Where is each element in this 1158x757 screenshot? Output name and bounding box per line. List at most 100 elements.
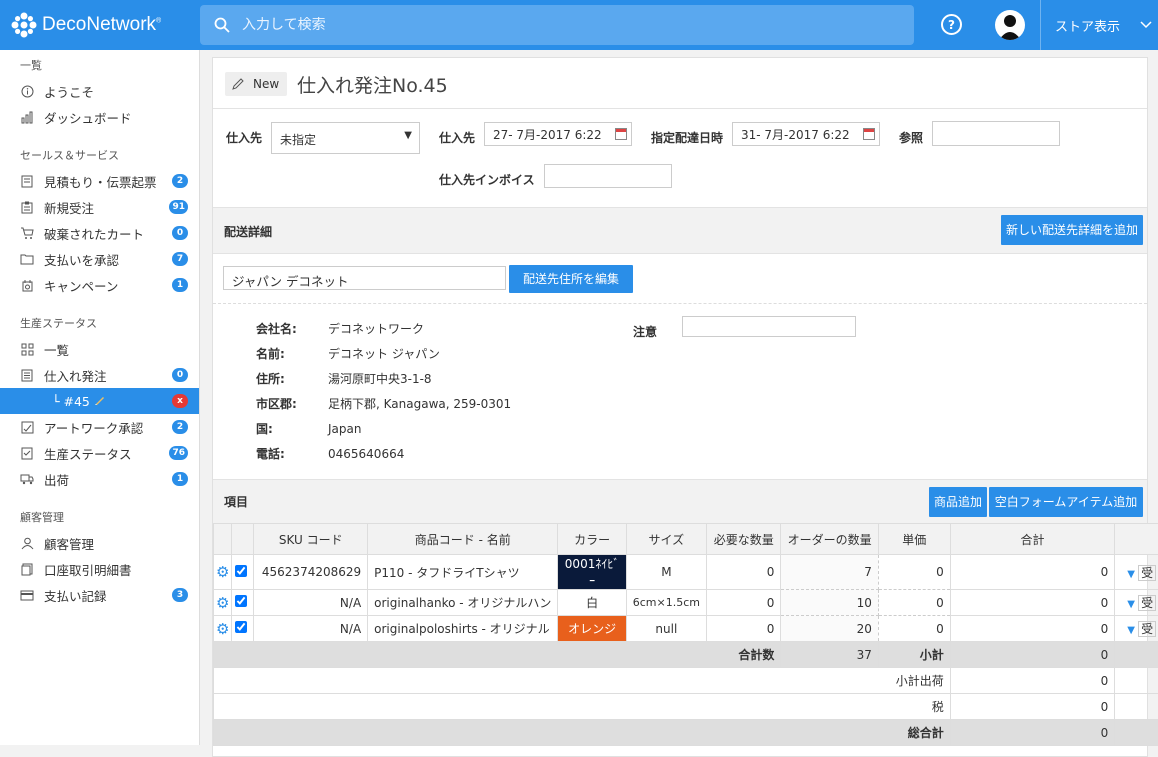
sidebar-item-artwork-approval[interactable]: アートワーク承認2 (0, 414, 199, 440)
edit-shipping-address-button[interactable]: 配送先住所を編集 (509, 265, 633, 293)
product-cell[interactable]: P110 - タフドライTシャツ (368, 555, 558, 590)
tax-value: 0 (950, 694, 1114, 720)
top-bar: DecoNetwork® ? ストア表示 (0, 0, 1158, 50)
sidebar-item-campaigns[interactable]: キャンペーン1 (0, 272, 199, 298)
sidebar-item-po-45[interactable]: └ #45x (0, 388, 199, 414)
order-qty-input[interactable]: 10 (781, 590, 878, 616)
sidebar-item-customers[interactable]: 顧客管理 (0, 530, 199, 556)
column-header-color: カラー (558, 524, 626, 555)
close-badge[interactable]: x (172, 394, 188, 408)
count-badge: 7 (172, 252, 188, 266)
image-check-icon (20, 420, 34, 434)
note-input[interactable] (682, 316, 856, 337)
add-shipping-details-button[interactable]: 新しい配送先詳細を追加 (1001, 215, 1143, 245)
product-cell[interactable]: originalhanko - オリジナルハン (368, 590, 558, 616)
help-icon[interactable]: ? (941, 14, 962, 35)
size-cell[interactable]: null (626, 616, 706, 642)
count-badge: 0 (172, 226, 188, 240)
sidebar-item-production-status[interactable]: 生産ステータス76 (0, 440, 199, 466)
store-view-button[interactable]: ストア表示 (1040, 0, 1158, 50)
color-cell[interactable]: 0001ﾈｲﾋﾞｰ (558, 555, 626, 590)
row-status-text: 受 (1138, 565, 1156, 581)
sidebar-item-purchase-orders[interactable]: 仕入れ発注0 (0, 362, 199, 388)
delivery-date-input[interactable]: 31- 7月-2017 6:22 (732, 122, 880, 146)
avatar[interactable] (995, 10, 1025, 40)
sidebar-item-label: 見積もり・伝票起票 (44, 172, 157, 191)
sidebar-item-overview[interactable]: 一覧 (0, 336, 199, 362)
subtotal-shipping-input[interactable]: 0 (950, 668, 1114, 694)
table-row: ⚙ N/A originalpoloshirts - オリジナル オレンジ nu… (214, 616, 1158, 642)
order-qty-input[interactable]: 20 (781, 616, 878, 642)
sku-cell: 4562374208629 (254, 555, 368, 590)
cart-icon (20, 226, 34, 240)
unit-price-input[interactable]: 0 (878, 616, 950, 642)
column-header-total: 合計 (950, 524, 1114, 555)
edit-button[interactable]: New (225, 72, 287, 96)
sidebar-item-welcome[interactable]: ようこそ (0, 78, 199, 104)
shipping-address-select[interactable]: ジャパン デコネット (223, 266, 506, 290)
search-icon (214, 17, 230, 33)
unit-price-input[interactable]: 0 (878, 555, 950, 590)
required-qty-cell: 0 (707, 590, 781, 616)
search-input[interactable] (242, 17, 842, 33)
gear-icon[interactable]: ⚙ (216, 563, 229, 581)
sidebar-section-title: セールス＆サービス (0, 142, 199, 168)
reference-input[interactable] (932, 121, 1060, 146)
column-header (1115, 524, 1158, 555)
row-status-cell[interactable]: ▼ 受 (1115, 555, 1158, 590)
sidebar-item-payment-records[interactable]: 支払い記録3 (0, 582, 199, 608)
delivery-date-label: 指定配達日時 (651, 129, 723, 146)
store-view-label: ストア表示 (1055, 16, 1120, 35)
unit-price-input[interactable]: 0 (878, 590, 950, 616)
address-field-value: 0465640664 (328, 447, 404, 461)
row-checkbox[interactable] (235, 595, 247, 607)
items-section-title: 項目 (224, 493, 248, 510)
supplier-date-input[interactable]: 27- 7月-2017 6:22 (484, 122, 632, 146)
address-field-label: 市区郡: (256, 395, 328, 412)
color-cell[interactable]: 白 (558, 590, 626, 616)
address-field-value: デコネット ジャパン (328, 347, 440, 361)
total-qty-value: 37 (781, 642, 878, 668)
product-cell[interactable]: originalpoloshirts - オリジナル (368, 616, 558, 642)
row-checkbox[interactable] (235, 621, 247, 633)
color-cell[interactable]: オレンジ (558, 616, 626, 642)
count-badge: 0 (172, 368, 188, 382)
calendar-icon[interactable] (615, 128, 627, 140)
info-icon (20, 84, 34, 98)
column-header-size: サイズ (626, 524, 706, 555)
address-field-value: 湯河原町中央3-1-8 (328, 372, 432, 386)
document-icon (20, 174, 34, 188)
grand-total-label: 総合計 (214, 720, 951, 746)
count-badge: 76 (169, 446, 188, 460)
sidebar-item-label: 口座取引明細書 (44, 560, 132, 579)
add-blank-form-item-button[interactable]: 空白フォームアイテム追加 (989, 487, 1143, 517)
calendar-icon[interactable] (863, 128, 875, 140)
deconetwork-logo[interactable]: DecoNetwork® (10, 11, 161, 39)
supplier-invoice-input[interactable] (544, 164, 672, 188)
sidebar-item-label: 出荷 (44, 470, 69, 489)
grand-total-row: 総合計 0 (214, 720, 1158, 746)
sidebar-item-new-orders[interactable]: 新規受注91 (0, 194, 199, 220)
sidebar-item-shipping[interactable]: 出荷1 (0, 466, 199, 492)
sidebar-item-statements[interactable]: 口座取引明細書 (0, 556, 199, 582)
sidebar-item-dashboard[interactable]: ダッシュボード (0, 104, 199, 130)
row-status-cell[interactable]: ▼ 受 (1115, 616, 1158, 642)
supplier-select[interactable]: 未指定 ▼ (271, 122, 420, 154)
gear-icon[interactable]: ⚙ (216, 620, 229, 638)
search-bar[interactable] (200, 5, 914, 45)
address-field-value: デコネットワーク (328, 322, 424, 336)
clipboard-icon (20, 200, 34, 214)
row-status-cell[interactable]: ▼ 受 (1115, 590, 1158, 616)
order-qty-input[interactable]: 7 (781, 555, 878, 590)
gear-icon[interactable]: ⚙ (216, 594, 229, 612)
size-cell[interactable]: M (626, 555, 706, 590)
table-row: ⚙ N/A originalhanko - オリジナルハン 白 6cm×1.5c… (214, 590, 1158, 616)
sidebar-item-label: ようこそ (44, 82, 94, 101)
add-product-button[interactable]: 商品追加 (929, 487, 987, 517)
sidebar-item-quotes[interactable]: 見積もり・伝票起票2 (0, 168, 199, 194)
size-cell[interactable]: 6cm×1.5cm (626, 590, 706, 616)
sidebar-item-approve-payments[interactable]: 支払いを承認7 (0, 246, 199, 272)
sidebar-item-abandoned-carts[interactable]: 破棄されたカート0 (0, 220, 199, 246)
column-header-required-qty: 必要な数量 (707, 524, 781, 555)
row-checkbox[interactable] (235, 565, 247, 577)
